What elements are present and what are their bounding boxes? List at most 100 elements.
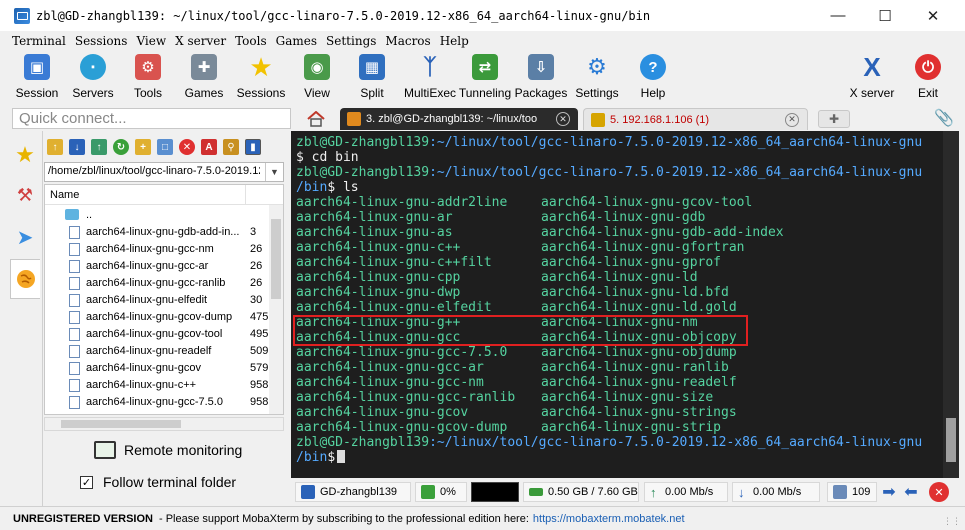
file-row[interactable]: aarch64-linux-gnu-readelf 509: [45, 343, 270, 360]
monitor-icon: [94, 441, 116, 459]
packages-icon: ⇩: [528, 54, 554, 80]
close-tab-icon[interactable]: ✕: [556, 112, 570, 126]
ls-row: aarch64-linux-gnu-gcc-ranlib aarch64-linu…: [296, 390, 713, 405]
home-tab[interactable]: [301, 108, 331, 130]
file-row[interactable]: aarch64-linux-gnu-c++ 958: [45, 377, 270, 394]
ls-entry: aarch64-linux-gnu-gcov-dump: [296, 420, 508, 435]
menu-macros[interactable]: Macros: [385, 34, 430, 48]
file-row[interactable]: aarch64-linux-gnu-gcc-7.5.0 958: [45, 394, 270, 411]
parent-folder-row[interactable]: ..: [45, 207, 270, 224]
star-icon[interactable]: ★: [10, 135, 40, 175]
menu-view[interactable]: View: [136, 34, 166, 48]
terminal-scrollbar[interactable]: [943, 131, 959, 478]
terminal-sync-icon[interactable]: ▮: [245, 139, 261, 155]
tab-session-3[interactable]: 3. zbl@GD-zhangbl139: ~/linux/too ✕: [340, 108, 578, 130]
delete-icon[interactable]: ✕: [179, 139, 195, 155]
xserver-button[interactable]: X X server: [842, 50, 902, 106]
follow-terminal-folder-checkbox[interactable]: ✓ Follow terminal folder: [80, 474, 236, 490]
file-icon: [69, 243, 80, 256]
packages-button[interactable]: ⇩ Packages: [511, 50, 571, 106]
session-button[interactable]: ▣ Session: [7, 50, 67, 106]
ls-row: aarch64-linux-gnu-as aarch64-linux-gnu-gd…: [296, 225, 784, 240]
notice-text: - Please support MobaXterm by subscribin…: [158, 512, 529, 525]
new-file-icon[interactable]: □: [157, 139, 173, 155]
name-column-header[interactable]: Name: [50, 185, 79, 205]
file-row[interactable]: aarch64-linux-gnu-gcc-ranlib 26: [45, 275, 270, 292]
ls-row: aarch64-linux-gnu-dwp aarch64-linux-gnu-l…: [296, 285, 729, 300]
menu-games[interactable]: Games: [276, 34, 317, 48]
split-button[interactable]: ▦ Split: [342, 50, 402, 106]
gear-icon: ⚙: [587, 54, 607, 79]
new-folder-icon[interactable]: +: [135, 139, 151, 155]
ls-row: aarch64-linux-gnu-gcc-nm aarch64-linux-gn…: [296, 375, 737, 390]
star-icon: ★: [249, 51, 273, 82]
tunneling-button[interactable]: ⇄ Tunneling: [455, 50, 515, 106]
arrow-left-icon[interactable]: ⬅: [901, 482, 921, 502]
mobaxterm-link[interactable]: https://mobaxterm.mobatek.net: [533, 513, 685, 525]
menu-xserver[interactable]: X server: [175, 34, 226, 48]
refresh-icon[interactable]: ↻: [113, 139, 129, 155]
close-button[interactable]: ✕: [910, 0, 956, 31]
file-row[interactable]: aarch64-linux-gnu-gcc-ar 26: [45, 258, 270, 275]
tools-button[interactable]: ⚙ Tools: [118, 50, 178, 106]
ls-entry: aarch64-linux-gnu-elfedit: [296, 300, 492, 315]
menu-settings[interactable]: Settings: [326, 34, 376, 48]
checkbox[interactable]: ✓: [80, 475, 93, 489]
games-button[interactable]: ✚ Games: [174, 50, 234, 106]
download-icon[interactable]: ↓: [69, 139, 85, 155]
menu-bar: Terminal Sessions View X server Tools Ga…: [0, 31, 965, 50]
cpu-graph: [471, 482, 519, 502]
column-divider: [245, 185, 246, 205]
macros-send-icon[interactable]: ➤: [10, 217, 40, 257]
mobaxterm-window: zbl@GD-zhangbl139: ~/linux/tool/gcc-lina…: [0, 0, 965, 530]
quick-connect-input[interactable]: Quick connect...: [12, 108, 291, 129]
host-status: GD-zhangbl139: [295, 482, 411, 502]
multiexec-button[interactable]: ᛉ MultiExec: [400, 50, 460, 106]
tab-session-5[interactable]: 5. 192.168.1.106 (1) ✕: [583, 108, 808, 130]
menu-tools[interactable]: Tools: [235, 34, 267, 48]
scrollbar-thumb[interactable]: [946, 418, 956, 462]
file-list-scrollbar[interactable]: [269, 205, 283, 414]
folder-up-icon[interactable]: ↑: [47, 139, 63, 155]
rename-icon[interactable]: A: [201, 139, 217, 155]
ls-row: aarch64-linux-gnu-gcov-dump aarch64-linux…: [296, 420, 721, 435]
paperclip-icon[interactable]: 📎: [934, 109, 954, 127]
tools-side-icon[interactable]: ⚒: [10, 175, 40, 215]
file-row[interactable]: aarch64-linux-gnu-gcc-nm 26: [45, 241, 270, 258]
resize-grip-icon[interactable]: ⋮⋮: [943, 516, 961, 527]
exit-button[interactable]: ⏻ Exit: [898, 50, 958, 106]
tab-session-5-label: 5. 192.168.1.106 (1): [610, 113, 710, 126]
view-icon: ◉: [304, 54, 330, 80]
scrollbar-thumb[interactable]: [271, 219, 281, 299]
terminal-output[interactable]: zbl@GD-zhangbl139:~/linux/tool/gcc-linar…: [291, 131, 959, 478]
menu-help[interactable]: Help: [440, 34, 469, 48]
file-row[interactable]: aarch64-linux-gnu-gdb-add-in... 3: [45, 224, 270, 241]
file-list-hscrollbar[interactable]: [44, 417, 284, 431]
remote-monitoring-button[interactable]: Remote monitoring: [94, 441, 242, 459]
minimize-button[interactable]: —: [815, 0, 861, 31]
file-row[interactable]: aarch64-linux-gnu-elfedit 30: [45, 292, 270, 309]
view-button[interactable]: ◉ View: [287, 50, 347, 106]
users-icon: [833, 485, 847, 499]
servers-button[interactable]: ⋅ Servers: [63, 50, 123, 106]
permissions-icon[interactable]: ⚲: [223, 139, 239, 155]
sftp-path[interactable]: /home/zbl/linux/tool/gcc-linaro-7.5.0-20…: [44, 162, 284, 182]
arrow-right-icon[interactable]: ➡: [879, 482, 899, 502]
upload-icon[interactable]: ↑: [91, 139, 107, 155]
chevron-down-icon[interactable]: ▼: [265, 163, 283, 181]
settings-button[interactable]: ⚙ Settings: [567, 50, 627, 106]
sftp-tab[interactable]: [10, 259, 40, 299]
sessions-button[interactable]: ★ Sessions: [231, 50, 291, 106]
file-row[interactable]: aarch64-linux-gnu-gcov-dump 475: [45, 309, 270, 326]
close-tab-icon[interactable]: ✕: [785, 112, 799, 127]
maximize-button[interactable]: ☐: [862, 0, 908, 31]
file-row[interactable]: aarch64-linux-gnu-gcov-tool 495: [45, 326, 270, 343]
file-row[interactable]: aarch64-linux-gnu-gcov 579: [45, 360, 270, 377]
scrollbar-thumb[interactable]: [61, 420, 181, 428]
new-tab-button[interactable]: ✚: [818, 110, 850, 128]
help-button[interactable]: ? Help: [623, 50, 683, 106]
close-session-icon[interactable]: ✕: [929, 482, 949, 502]
menu-terminal[interactable]: Terminal: [12, 34, 66, 48]
menu-sessions[interactable]: Sessions: [75, 34, 128, 48]
red-highlight-box: [293, 315, 748, 346]
